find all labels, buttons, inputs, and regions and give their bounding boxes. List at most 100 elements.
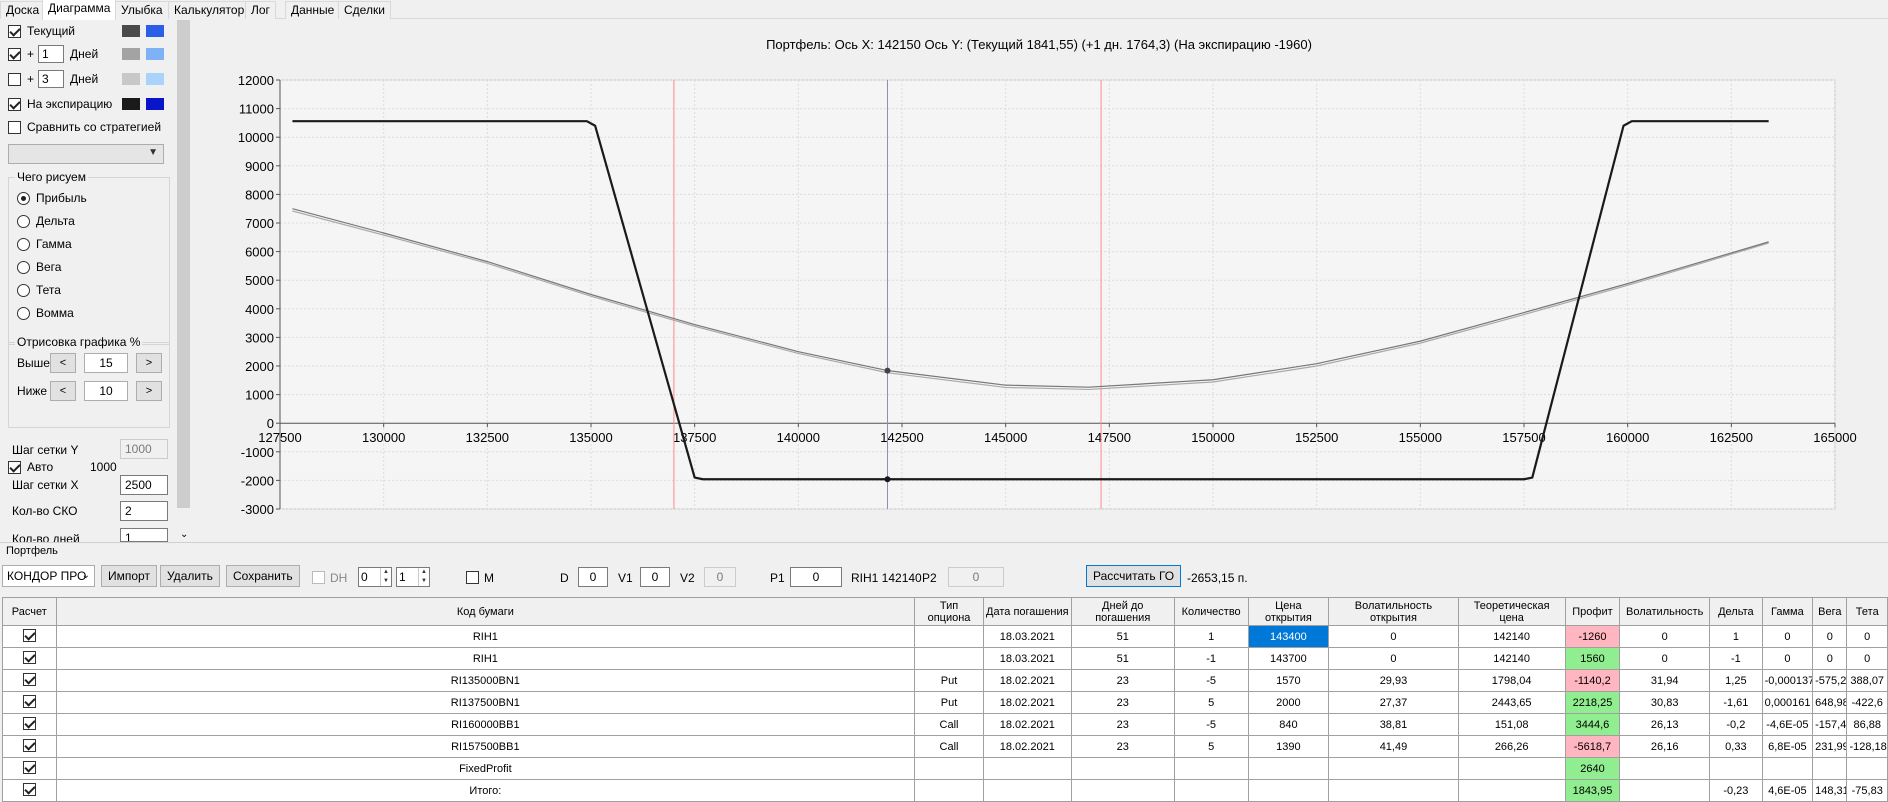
- column-header[interactable]: Дельта: [1709, 597, 1763, 626]
- table-cell[interactable]: [914, 625, 984, 648]
- calc-checkbox-cell[interactable]: [2, 625, 57, 648]
- portfolio-select[interactable]: КОНДОР ПРО ⌄: [2, 565, 95, 587]
- days-count-input[interactable]: 1: [120, 528, 168, 542]
- table-cell[interactable]: 0: [1812, 647, 1848, 670]
- calculate-go-button[interactable]: Рассчитать ГО: [1086, 565, 1182, 587]
- plus3-toggle[interactable]: + 3 Дней: [8, 70, 98, 88]
- table-cell[interactable]: 1390: [1247, 735, 1330, 758]
- table-cell[interactable]: [1173, 779, 1249, 802]
- radio-vomma[interactable]: Вомма: [17, 304, 74, 322]
- radio-vomma-button[interactable]: [17, 306, 30, 320]
- radio-vega[interactable]: Вега: [17, 258, 61, 276]
- p2-input[interactable]: 0: [948, 567, 1004, 587]
- table-cell[interactable]: 2218,25: [1564, 691, 1621, 714]
- table-cell[interactable]: [1709, 757, 1763, 780]
- above-increase-button[interactable]: >: [136, 353, 162, 373]
- column-header[interactable]: Расчет: [2, 597, 57, 626]
- table-cell[interactable]: [1846, 757, 1888, 780]
- radio-gamma[interactable]: Гамма: [17, 235, 72, 253]
- column-header[interactable]: Цена открытия: [1247, 597, 1330, 626]
- table-cell[interactable]: -4,6E-05: [1761, 713, 1814, 736]
- table-cell[interactable]: 840: [1247, 713, 1330, 736]
- table-cell[interactable]: -157,42: [1812, 713, 1848, 736]
- table-cell[interactable]: RIH1: [55, 647, 916, 670]
- radio-vega-button[interactable]: [17, 260, 30, 274]
- current-color-swatch[interactable]: [122, 25, 140, 37]
- table-cell[interactable]: -1260: [1564, 625, 1621, 648]
- table-cell[interactable]: [1328, 757, 1459, 780]
- table-cell[interactable]: -5: [1173, 713, 1249, 736]
- radio-theta[interactable]: Тета: [17, 281, 61, 299]
- tab-data[interactable]: Данные: [285, 1, 341, 19]
- above-value[interactable]: 15: [84, 353, 128, 373]
- table-cell[interactable]: 0: [1846, 625, 1888, 648]
- column-header[interactable]: Тип опциона: [914, 597, 984, 626]
- table-cell[interactable]: 143700: [1247, 647, 1330, 670]
- payoff-chart[interactable]: Портфель: Ось X: 142150 Ось Y: (Текущий …: [190, 20, 1888, 545]
- table-cell[interactable]: 5: [1173, 691, 1249, 714]
- radio-gamma-button[interactable]: [17, 237, 30, 251]
- tab-log[interactable]: Лог: [245, 1, 276, 19]
- column-header[interactable]: Тета: [1846, 597, 1888, 626]
- v2-input[interactable]: 0: [704, 567, 736, 587]
- tab-diagram[interactable]: Диаграмма: [42, 0, 117, 20]
- calc-checkbox[interactable]: [22, 760, 36, 774]
- calc-checkbox-cell[interactable]: [2, 691, 57, 714]
- table-cell[interactable]: 1: [1709, 625, 1763, 648]
- table-cell[interactable]: 5: [1173, 735, 1249, 758]
- column-header[interactable]: Теоретическая цена: [1457, 597, 1566, 626]
- table-cell[interactable]: [914, 779, 984, 802]
- spin-arrows-icon[interactable]: ▲ ▼: [380, 568, 391, 586]
- table-cell[interactable]: 2640: [1564, 757, 1621, 780]
- dh-spin-1[interactable]: 0 ▲ ▼: [358, 567, 392, 587]
- column-header[interactable]: Гамма: [1761, 597, 1814, 626]
- table-cell[interactable]: 0: [1619, 647, 1711, 670]
- table-row[interactable]: RI157500BB1 Call 18.02.2021 23 5 1390 41,49 266…: [2, 735, 1888, 758]
- calc-checkbox[interactable]: [22, 716, 36, 730]
- sko-input[interactable]: 2: [120, 501, 168, 521]
- table-cell[interactable]: 51: [1070, 647, 1175, 670]
- table-cell[interactable]: [1619, 779, 1711, 802]
- panel-divider[interactable]: [0, 542, 1888, 543]
- calc-checkbox[interactable]: [22, 694, 36, 708]
- table-cell[interactable]: 29,93: [1328, 669, 1459, 692]
- radio-delta-button[interactable]: [17, 214, 30, 228]
- table-cell[interactable]: 0: [1846, 647, 1888, 670]
- calc-checkbox-cell[interactable]: [2, 757, 57, 780]
- table-cell[interactable]: [914, 757, 984, 780]
- table-cell[interactable]: [1761, 757, 1814, 780]
- calc-checkbox-cell[interactable]: [2, 669, 57, 692]
- chevron-down-icon[interactable]: ⌄: [180, 529, 188, 540]
- table-cell[interactable]: RI137500BN1: [55, 691, 916, 714]
- table-row[interactable]: RIH1 18.03.2021 51 -1 143700 0 142140 1560 0 -1 0 0…: [2, 647, 1888, 670]
- column-header[interactable]: Волатильность открытия: [1328, 597, 1459, 626]
- calc-checkbox[interactable]: [22, 672, 36, 686]
- column-header[interactable]: Количество: [1173, 597, 1249, 626]
- table-cell[interactable]: 4,6E-05: [1761, 779, 1814, 802]
- dh-spin-2[interactable]: 1 ▲ ▼: [396, 567, 430, 587]
- column-header[interactable]: Дней до погашения: [1070, 597, 1175, 626]
- table-cell[interactable]: [1457, 779, 1566, 802]
- table-cell[interactable]: -575,24: [1812, 669, 1848, 692]
- compare-checkbox[interactable]: [8, 120, 21, 134]
- table-cell[interactable]: Put: [914, 691, 984, 714]
- column-header[interactable]: Волатильность: [1619, 597, 1711, 626]
- table-cell[interactable]: -1: [1173, 647, 1249, 670]
- table-cell[interactable]: [914, 647, 984, 670]
- table-cell[interactable]: -5618,7: [1564, 735, 1621, 758]
- table-row[interactable]: RI135000BN1 Put 18.02.2021 23 -5 1570 29,93 179…: [2, 669, 1888, 692]
- table-cell[interactable]: [982, 757, 1072, 780]
- table-cell[interactable]: -128,18: [1846, 735, 1888, 758]
- plus1-color-swatch[interactable]: [122, 48, 140, 60]
- p1-input[interactable]: 0: [790, 567, 842, 587]
- table-cell[interactable]: 6,8E-05: [1761, 735, 1814, 758]
- table-cell[interactable]: 27,37: [1328, 691, 1459, 714]
- table-cell[interactable]: -1,61: [1709, 691, 1763, 714]
- current-checkbox[interactable]: [8, 24, 21, 38]
- table-cell[interactable]: [1070, 779, 1175, 802]
- table-cell[interactable]: -1: [1709, 647, 1763, 670]
- scrollbar-thumb[interactable]: [177, 20, 191, 508]
- plus1-alt-color-swatch[interactable]: [146, 48, 164, 60]
- table-cell[interactable]: RIH1: [55, 625, 916, 648]
- plus3-checkbox[interactable]: [8, 72, 21, 86]
